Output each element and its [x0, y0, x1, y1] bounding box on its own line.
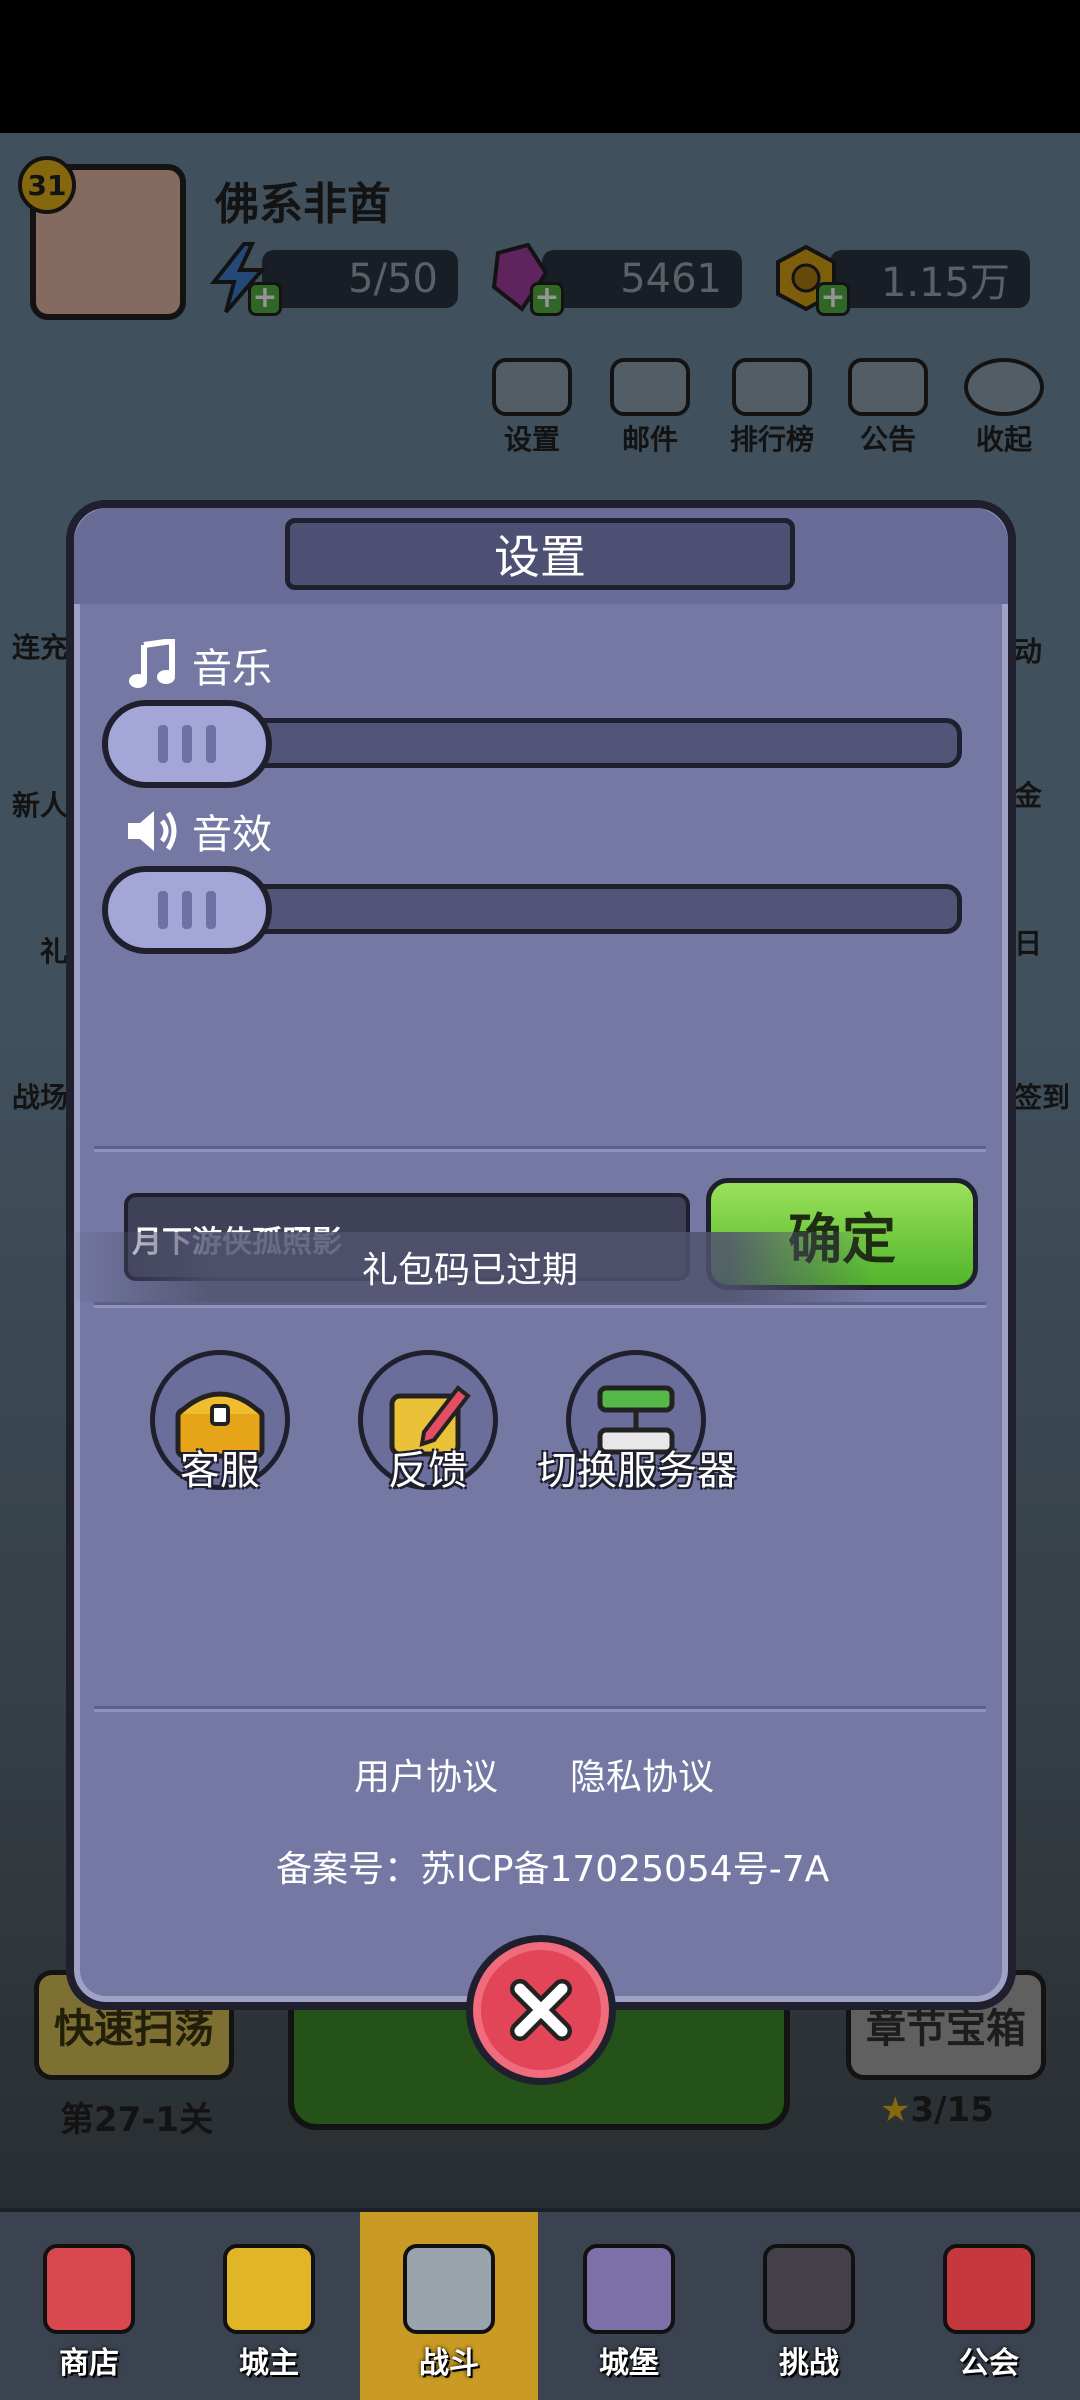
nav-castle[interactable]: 城堡	[540, 2212, 718, 2400]
switch-server-label: 切换服务器	[537, 1448, 737, 1494]
music-label: 音乐	[192, 646, 272, 692]
crossed-swords-icon	[403, 2244, 495, 2334]
nav-battle[interactable]: 战斗	[360, 2212, 538, 2400]
nav-guild[interactable]: 公会	[900, 2212, 1078, 2400]
nav-challenge[interactable]: 挑战	[720, 2212, 898, 2400]
nav-shop[interactable]: 商店	[0, 2212, 178, 2400]
divider	[94, 1146, 986, 1152]
nav-battle-label: 战斗	[419, 2346, 479, 2381]
user-agreement-link[interactable]: 用户协议	[354, 1748, 498, 1800]
guild-banner-icon	[943, 2244, 1035, 2334]
nav-lord[interactable]: 城主	[180, 2212, 358, 2400]
close-button[interactable]	[466, 1935, 616, 2085]
demon-icon	[763, 2244, 855, 2334]
feedback-label: 反馈	[388, 1448, 468, 1494]
nav-shop-label: 商店	[59, 2346, 119, 2381]
sfx-section: 音效	[124, 802, 272, 860]
nav-lord-label: 城主	[239, 2346, 299, 2381]
crown-icon	[223, 2244, 315, 2334]
sfx-slider-handle[interactable]	[102, 866, 272, 954]
music-section: 音乐	[128, 636, 272, 694]
close-icon	[510, 1979, 572, 2041]
divider	[94, 1302, 986, 1308]
privacy-agreement-link[interactable]: 隐私协议	[570, 1748, 714, 1800]
sfx-label: 音效	[192, 812, 272, 858]
nav-challenge-label: 挑战	[779, 2346, 839, 2381]
status-bar	[0, 0, 1080, 133]
bottom-nav: 商店 城主 战斗 城堡 挑战 公会	[0, 2208, 1080, 2400]
divider	[94, 1706, 986, 1712]
record-number: 备案号：苏ICP备17025054号-7A	[276, 1849, 830, 1890]
speaker-icon	[128, 811, 177, 851]
customer-service-label: 客服	[180, 1448, 260, 1494]
nav-guild-label: 公会	[959, 2346, 1019, 2381]
toast-message: 礼包码已过期	[66, 1232, 874, 1302]
castle-icon	[583, 2244, 675, 2334]
shop-icon	[43, 2244, 135, 2334]
settings-dialog-title: 设置	[285, 518, 795, 590]
nav-castle-label: 城堡	[599, 2346, 659, 2381]
music-note-icon	[129, 639, 175, 688]
music-slider-handle[interactable]	[102, 700, 272, 788]
